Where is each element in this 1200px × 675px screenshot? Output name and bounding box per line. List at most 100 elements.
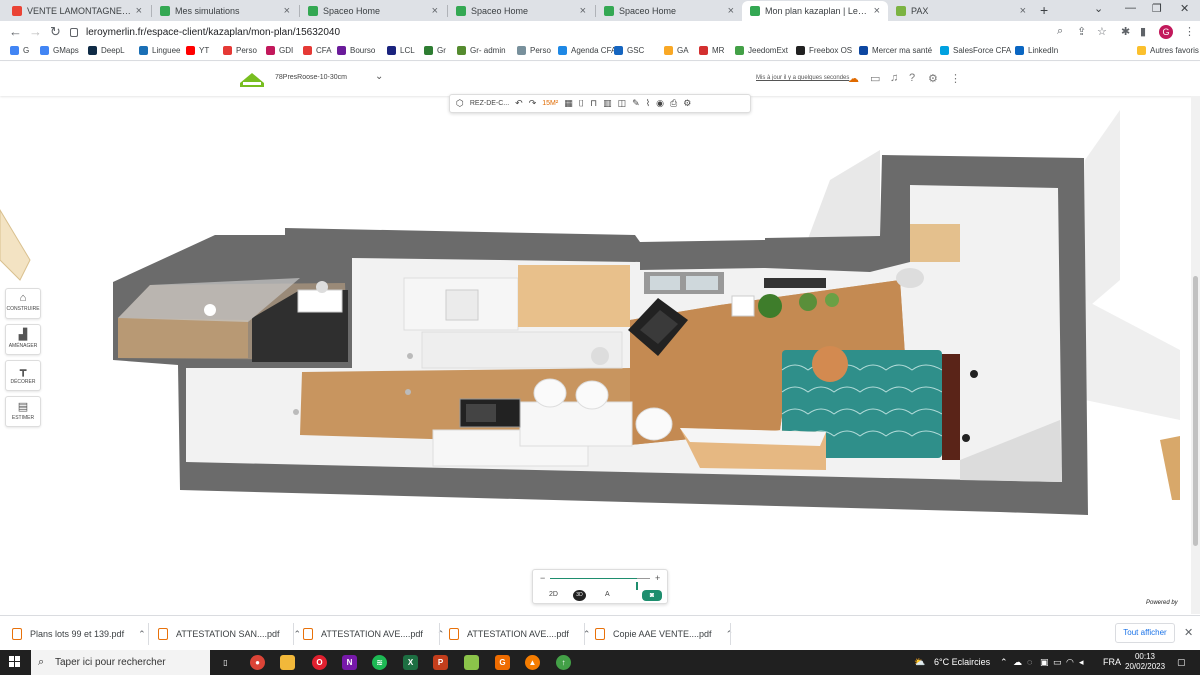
bookmark-item[interactable]: Bourso: [337, 46, 375, 55]
windows-start-icon[interactable]: [9, 656, 21, 668]
menu-amenager[interactable]: ▟ AMÉNAGER: [5, 324, 41, 355]
catalog-icon[interactable]: ▦: [564, 98, 573, 109]
menu-construire[interactable]: ⌂ CONSTRUIRE: [5, 288, 41, 319]
brush-icon[interactable]: ⌇: [646, 98, 650, 109]
tray-wifi-icon[interactable]: ◠: [1066, 657, 1074, 668]
download-item[interactable]: Plans lots 99 et 139.pdf ⌃: [12, 624, 146, 644]
close-icon[interactable]: ✕: [1184, 626, 1193, 639]
monitor-icon[interactable]: ▭: [870, 72, 880, 85]
chevron-up-icon[interactable]: ⌃: [294, 629, 302, 640]
notification-bell-icon[interactable]: ♫: [890, 72, 898, 84]
text-toggle-button[interactable]: A: [605, 591, 610, 598]
tray-app-icon[interactable]: ▣: [1040, 657, 1049, 668]
notepad-app-icon[interactable]: [464, 655, 479, 670]
menu-estimer[interactable]: ▤ ESTIMER: [5, 396, 41, 427]
bookmark-item[interactable]: Gr- admin: [457, 46, 506, 55]
bookmark-item[interactable]: Freebox OS: [796, 46, 852, 55]
show-all-downloads-button[interactable]: Tout afficher: [1115, 623, 1175, 643]
bookmark-item[interactable]: JeedomExt: [735, 46, 788, 55]
zoom-slider[interactable]: [550, 578, 650, 590]
update-app-icon[interactable]: ↑: [556, 655, 571, 670]
menu-decorer[interactable]: ┳ DÉCORER: [5, 360, 41, 391]
profile-avatar[interactable]: G: [1159, 25, 1173, 39]
tray-cloud-icon[interactable]: ☁: [1013, 657, 1022, 668]
scrollbar-thumb[interactable]: [1193, 276, 1198, 546]
minimize-icon[interactable]: —: [1125, 2, 1136, 14]
file-explorer-app-icon[interactable]: [280, 655, 295, 670]
more-kebab-icon[interactable]: ⋮: [950, 72, 961, 85]
task-view-icon[interactable]: ▯: [218, 655, 233, 670]
camera-icon[interactable]: ◙: [642, 590, 662, 601]
close-icon[interactable]: ×: [284, 5, 290, 17]
vertical-scrollbar[interactable]: [1191, 96, 1200, 614]
close-icon[interactable]: ×: [432, 5, 438, 17]
browser-tab[interactable]: PAX ×: [888, 1, 1034, 21]
bookmark-item[interactable]: Perso: [517, 46, 551, 55]
powerpoint-app-icon[interactable]: P: [433, 655, 448, 670]
close-icon[interactable]: ×: [136, 5, 142, 17]
restore-icon[interactable]: ❐: [1152, 2, 1162, 15]
bookmark-item[interactable]: Agenda CFA: [558, 46, 616, 55]
reload-icon[interactable]: ↻: [50, 24, 61, 40]
bookmark-item[interactable]: GSC: [614, 46, 644, 55]
surface-value[interactable]: 15M²: [542, 100, 558, 107]
close-icon[interactable]: ×: [1020, 5, 1026, 17]
zoom-search-icon[interactable]: ⌕: [1057, 25, 1063, 38]
spotify-app-icon[interactable]: ≋: [372, 655, 387, 670]
browser-tab[interactable]: Mes simulations ×: [152, 1, 298, 21]
chevron-up-icon[interactable]: ⌃: [437, 629, 445, 640]
lock-icon[interactable]: ⊓: [590, 98, 597, 109]
weather-icon[interactable]: ⛅: [914, 657, 925, 668]
extensions-icon[interactable]: ✱: [1121, 25, 1130, 38]
chevron-down-icon[interactable]: ⌄: [375, 71, 383, 82]
zoom-in-icon[interactable]: +: [655, 573, 660, 583]
browser-tab[interactable]: Spaceo Home ×: [300, 1, 446, 21]
bookmark-item[interactable]: YT: [186, 46, 209, 55]
bookmark-item[interactable]: Mercer ma santé: [859, 46, 932, 55]
bookmark-item[interactable]: GA: [664, 46, 689, 55]
download-item[interactable]: ATTESTATION AVE....pdf ⌃: [449, 624, 590, 644]
close-icon[interactable]: ×: [874, 5, 880, 17]
zoom-out-icon[interactable]: −: [540, 573, 545, 583]
browser-tab[interactable]: VENTE LAMONTAGNE/GRAIGNIC ×: [4, 1, 150, 21]
notification-center-icon[interactable]: ▢: [1177, 657, 1186, 668]
bookmark-item[interactable]: SalesForce CFA: [940, 46, 1011, 55]
vlc-app-icon[interactable]: ▲: [525, 655, 540, 670]
gdi-app-icon[interactable]: G: [495, 655, 510, 670]
weather-text[interactable]: 6°C Eclaircies: [934, 657, 990, 667]
pencil-icon[interactable]: ✎: [632, 98, 640, 109]
settings-gear-icon[interactable]: ⚙: [928, 72, 938, 85]
bookmark-item[interactable]: MR: [699, 46, 724, 55]
bookmark-item[interactable]: Perso: [223, 46, 257, 55]
browser-tab-active[interactable]: Mon plan kazaplan | Leroy Merl ×: [742, 1, 888, 21]
bookmark-item[interactable]: Gr: [424, 46, 446, 55]
view-3d-button[interactable]: 3D: [573, 590, 586, 601]
chevron-up-icon[interactable]: ⌃: [138, 629, 146, 640]
onenote-app-icon[interactable]: N: [342, 655, 357, 670]
taskbar-search-box[interactable]: ⌕ Taper ici pour rechercher: [31, 650, 210, 675]
tray-battery-icon[interactable]: ▭: [1053, 657, 1062, 668]
bookmark-item[interactable]: Autres favoris: [1137, 46, 1199, 55]
star-icon[interactable]: ☆: [1097, 25, 1107, 38]
excel-app-icon[interactable]: X: [403, 655, 418, 670]
tray-volume-icon[interactable]: ◂: [1079, 657, 1084, 668]
share-icon[interactable]: ⇪: [1077, 25, 1086, 38]
redo-icon[interactable]: ↷: [529, 98, 537, 109]
close-icon[interactable]: ×: [728, 5, 734, 17]
cloud-save-icon[interactable]: ☁: [848, 72, 859, 85]
saved-status[interactable]: Mis à jour il y a quelques secondes: [756, 75, 849, 81]
book-icon[interactable]: ▥: [603, 98, 612, 109]
bookmark-item[interactable]: LinkedIn: [1015, 46, 1058, 55]
bookmark-item[interactable]: G: [10, 46, 29, 55]
bookmark-item[interactable]: CFA: [303, 46, 332, 55]
print-icon[interactable]: ⎙: [670, 98, 677, 109]
3d-plan-view[interactable]: [0, 96, 1191, 614]
browser-tab[interactable]: Spaceo Home ×: [596, 1, 742, 21]
tab-search-icon[interactable]: ⌄: [1094, 2, 1103, 15]
menu-kebab-icon[interactable]: ⋮: [1184, 25, 1195, 38]
download-item[interactable]: Copie AAE VENTE....pdf ⌃: [595, 624, 733, 644]
level-selector[interactable]: REZ-DE-C...: [470, 100, 509, 107]
opera-app-icon[interactable]: O: [312, 655, 327, 670]
chrome-app-icon[interactable]: ●: [250, 655, 265, 670]
view-2d-button[interactable]: 2D: [549, 591, 558, 598]
